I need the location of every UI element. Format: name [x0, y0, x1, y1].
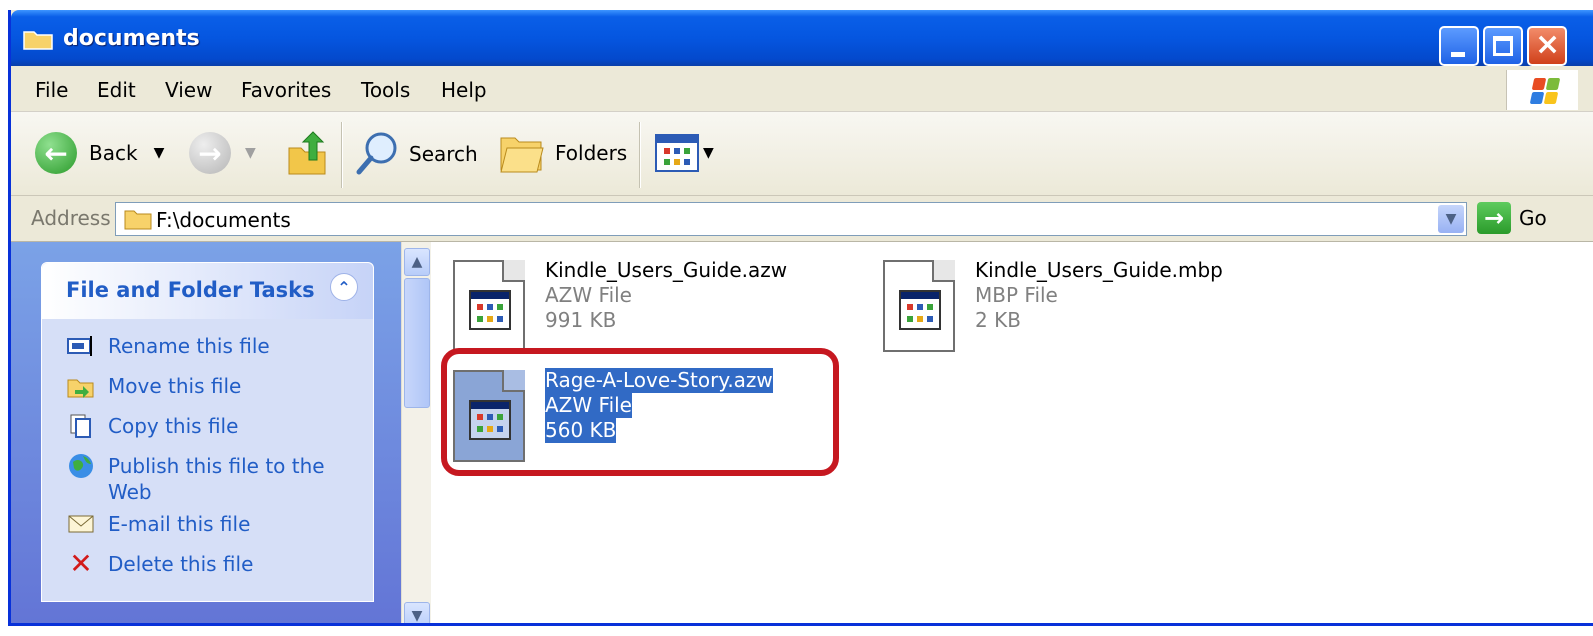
forward-button[interactable]: → ▼: [189, 132, 256, 174]
views-icon: [655, 134, 699, 172]
email-icon: [66, 511, 96, 537]
vertical-scrollbar[interactable]: ▲ ▼: [401, 242, 431, 623]
folders-label: Folders: [555, 141, 628, 165]
toolbar-separator: [639, 122, 641, 188]
collapse-chevron-icon[interactable]: ⌃: [330, 273, 358, 301]
maximize-button[interactable]: [1483, 26, 1523, 66]
address-label: Address: [31, 206, 111, 230]
address-bar: Address F:\documents ▼ → Go: [11, 196, 1593, 242]
task-move[interactable]: Move this file: [66, 373, 241, 399]
search-button[interactable]: Search: [353, 130, 478, 178]
forward-dropdown-icon[interactable]: ▼: [245, 145, 256, 161]
close-icon: ×: [1535, 27, 1561, 62]
menu-tools[interactable]: Tools: [361, 78, 410, 102]
minimize-icon: [1451, 52, 1465, 57]
minimize-button[interactable]: [1439, 26, 1479, 66]
copy-icon: [66, 413, 96, 439]
file-size: 991 KB: [545, 308, 617, 332]
folder-icon: [124, 210, 152, 230]
search-icon: [356, 132, 397, 175]
menu-bar: File Edit View Favorites Tools Help: [11, 66, 1593, 112]
task-label: Delete this file: [108, 552, 254, 576]
task-delete[interactable]: ✕ Delete this file: [66, 547, 254, 580]
up-folder-icon: [288, 131, 326, 175]
address-dropdown-icon[interactable]: ▼: [1438, 205, 1464, 233]
folders-icon: [500, 137, 544, 173]
go-arrow-icon: →: [1477, 202, 1511, 234]
mbp-file-icon: [881, 258, 961, 354]
views-button[interactable]: ▼: [655, 134, 714, 172]
scroll-down-icon[interactable]: ▼: [404, 602, 430, 623]
up-folder-button[interactable]: [285, 130, 329, 176]
task-copy[interactable]: Copy this file: [66, 413, 238, 439]
move-icon: [66, 373, 96, 399]
maximize-icon: [1493, 36, 1513, 56]
title-bar[interactable]: documents ×: [11, 10, 1593, 66]
scrollbar-thumb[interactable]: [404, 278, 430, 408]
menu-help[interactable]: Help: [441, 78, 487, 102]
task-email[interactable]: E-mail this file: [66, 511, 250, 537]
go-button[interactable]: → Go: [1477, 202, 1547, 234]
task-rename[interactable]: Rename this file: [66, 333, 270, 359]
menu-view[interactable]: View: [165, 78, 212, 102]
views-dropdown-icon[interactable]: ▼: [703, 145, 714, 161]
back-button[interactable]: ← Back ▼: [35, 132, 164, 174]
forward-arrow-icon: →: [189, 132, 231, 174]
explorer-window: documents × File Edit View Favorites Too…: [8, 10, 1593, 626]
publish-icon: [66, 453, 96, 479]
task-label: Move this file: [108, 374, 242, 398]
file-name: Kindle_Users_Guide.azw: [545, 258, 788, 282]
file-name: Kindle_Users_Guide.mbp: [975, 258, 1223, 282]
back-dropdown-icon[interactable]: ▼: [154, 145, 165, 161]
task-panel-title: File and Folder Tasks: [66, 278, 315, 302]
file-type: MBP File: [975, 283, 1058, 307]
back-label: Back: [89, 141, 138, 165]
content-area: File and Folder Tasks ⌃ Rename this file…: [11, 242, 1593, 623]
menu-file[interactable]: File: [35, 78, 68, 102]
task-label: Rename this file: [108, 334, 270, 358]
azw-file-icon: [451, 258, 531, 354]
folders-button[interactable]: Folders: [499, 130, 627, 176]
scroll-up-icon[interactable]: ▲: [404, 248, 430, 276]
windows-logo-icon: [1506, 70, 1578, 110]
file-and-folder-tasks-panel: File and Folder Tasks ⌃ Rename this file…: [41, 262, 374, 602]
task-panel-header[interactable]: File and Folder Tasks ⌃: [42, 263, 373, 319]
task-publish[interactable]: Publish this file to the Web: [66, 453, 326, 505]
address-field[interactable]: F:\documents ▼: [115, 202, 1467, 236]
go-label: Go: [1519, 206, 1547, 230]
address-value[interactable]: F:\documents: [156, 208, 291, 232]
menu-edit[interactable]: Edit: [97, 78, 136, 102]
highlight-annotation-box: [441, 348, 839, 476]
search-label: Search: [409, 142, 478, 166]
toolbar: ← Back ▼ → ▼ Search Folders ▼: [11, 112, 1593, 196]
file-item[interactable]: Kindle_Users_Guide.mbp MBP File 2 KB: [881, 258, 1223, 354]
file-size: 2 KB: [975, 308, 1021, 332]
task-label: Publish this file to the Web: [108, 454, 325, 504]
delete-icon: ✕: [69, 547, 93, 580]
close-button[interactable]: ×: [1527, 26, 1567, 66]
task-label: E-mail this file: [108, 512, 251, 536]
task-label: Copy this file: [108, 414, 239, 438]
file-type: AZW File: [545, 283, 632, 307]
menu-favorites[interactable]: Favorites: [241, 78, 331, 102]
toolbar-separator: [341, 122, 343, 188]
rename-icon: [66, 333, 96, 359]
back-arrow-icon: ←: [35, 132, 77, 174]
task-pane: File and Folder Tasks ⌃ Rename this file…: [11, 242, 401, 623]
folder-icon: [23, 31, 53, 50]
window-title: documents: [63, 26, 200, 51]
file-item[interactable]: Kindle_Users_Guide.azw AZW File 991 KB: [451, 258, 787, 354]
